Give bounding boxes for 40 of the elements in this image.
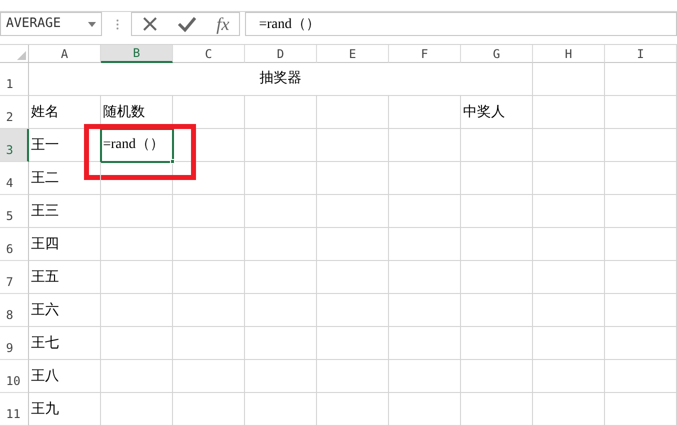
- row-header[interactable]: 9: [0, 327, 29, 360]
- column-header[interactable]: C: [173, 45, 245, 63]
- fill-handle-icon[interactable]: [170, 159, 175, 164]
- row-header[interactable]: 1: [0, 63, 29, 96]
- row-header[interactable]: 6: [0, 228, 29, 261]
- column-header[interactable]: B: [101, 45, 173, 63]
- table-cell: 王四: [29, 228, 101, 261]
- column-header[interactable]: D: [245, 45, 317, 63]
- row-header[interactable]: 10: [0, 360, 29, 393]
- insert-function-button[interactable]: fx: [216, 15, 230, 33]
- merged-title-cell: 抽奖器: [29, 63, 533, 96]
- table-cell: 王五: [29, 261, 101, 294]
- check-icon[interactable]: [176, 16, 197, 32]
- table-cell: 姓名: [29, 96, 101, 129]
- table-cell: 王七: [29, 327, 101, 360]
- row-header[interactable]: 7: [0, 261, 29, 294]
- table-cell: 王一: [29, 129, 101, 162]
- table-cell: 王八: [29, 360, 101, 393]
- table-cell: =rand（）: [101, 129, 173, 162]
- table-cell: 王九: [29, 393, 101, 426]
- formula-input[interactable]: =rand（）: [245, 12, 677, 36]
- row-header[interactable]: 5: [0, 195, 29, 228]
- column-header[interactable]: I: [605, 45, 677, 63]
- column-header[interactable]: H: [533, 45, 605, 63]
- row-header[interactable]: 3: [0, 129, 29, 162]
- table-cell: 随机数: [101, 96, 173, 129]
- name-box[interactable]: AVERAGE: [0, 12, 102, 36]
- row-header[interactable]: 11: [0, 393, 29, 426]
- table-cell: 王三: [29, 195, 101, 228]
- dropdown-caret-icon[interactable]: [88, 22, 96, 26]
- row-header[interactable]: 4: [0, 162, 29, 195]
- table-cell: 王二: [29, 162, 101, 195]
- grip-icon: [116, 19, 119, 30]
- column-header[interactable]: G: [461, 45, 533, 63]
- table-cell: 中奖人: [461, 96, 533, 129]
- column-header[interactable]: F: [389, 45, 461, 63]
- cancel-icon[interactable]: [142, 16, 158, 32]
- column-header[interactable]: E: [317, 45, 389, 63]
- table-cell: 王六: [29, 294, 101, 327]
- row-header[interactable]: 8: [0, 294, 29, 327]
